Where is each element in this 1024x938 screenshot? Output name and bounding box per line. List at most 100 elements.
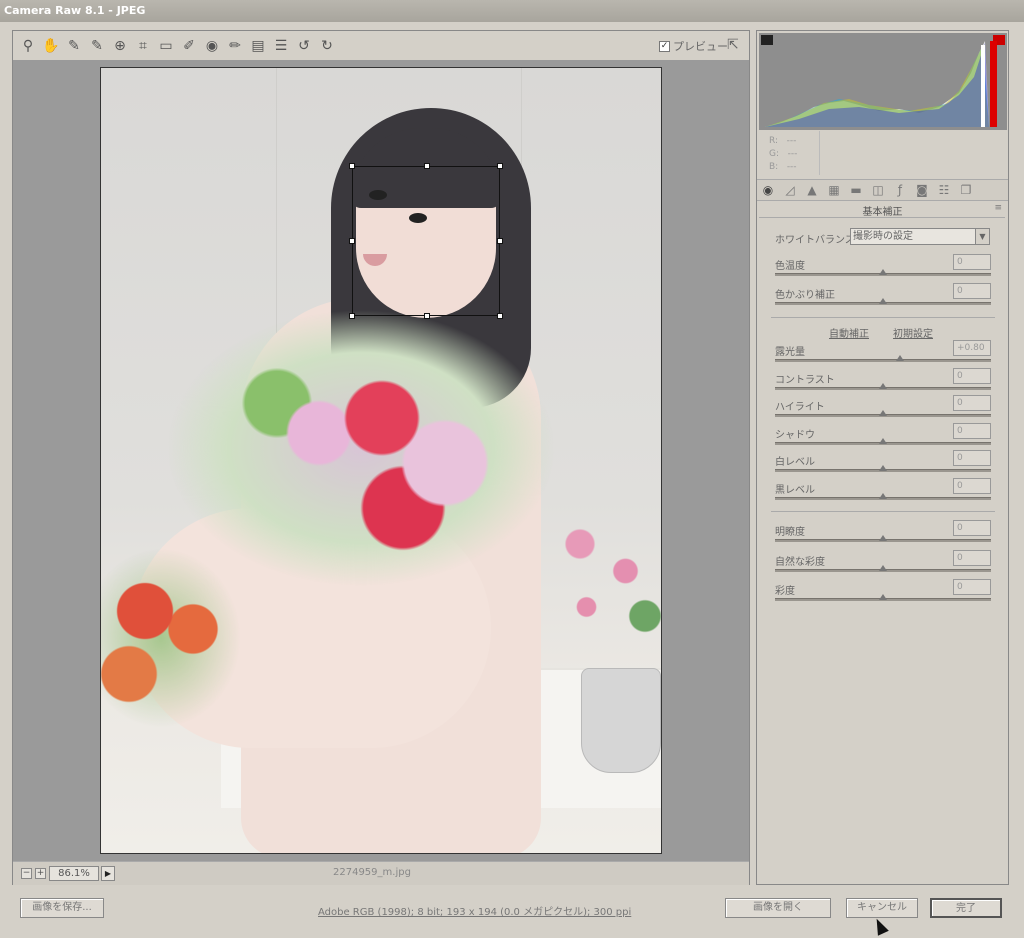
slider-thumb[interactable] [879,465,887,471]
slider-label: ハイライト [775,402,825,413]
panel-divider [759,217,1005,218]
crop-handle-tr[interactable] [497,163,503,169]
zoom-out-button[interactable]: − [21,868,32,879]
tab-presets-icon[interactable]: ☷ [935,182,953,199]
slider-value-field[interactable]: 0 [953,477,991,494]
tab-detail-icon[interactable]: ▲ [803,182,821,199]
photo-preview[interactable] [100,67,662,854]
rotate-cw-icon[interactable]: ↻ [318,37,336,55]
adjustment-panel: R: --- G: --- B: --- ◉ ◿ ▲ ▦ ▬ ◫ ƒ ◙ ☷ ❐… [756,30,1009,885]
file-name: 2274959_m.jpg [333,867,411,878]
slider-label: 色温度 [775,261,805,272]
done-button[interactable]: 完了 [930,898,1002,918]
panel-tabs: ◉ ◿ ▲ ▦ ▬ ◫ ƒ ◙ ☷ ❐ [757,179,1008,201]
panel-menu-icon[interactable]: ≡ [994,203,1002,213]
tab-hsl-icon[interactable]: ▦ [825,182,843,199]
rotate-ccw-icon[interactable]: ↺ [295,37,313,55]
slider-thumb[interactable] [879,382,887,389]
slider-row: 色かぶり補正 0 [775,283,991,314]
spot-removal-icon[interactable]: ✐ [180,37,198,55]
image-canvas[interactable] [13,61,749,861]
auto-link[interactable]: 自動補正 [829,325,869,340]
tab-effects-icon[interactable]: ƒ [891,182,909,199]
fullscreen-icon[interactable]: ⇱ [727,37,745,55]
slider-label: 露光量 [775,347,805,358]
status-bar: − + 86.1% ▶ 2274959_m.jpg [13,861,749,885]
tab-lens-icon[interactable]: ◫ [869,182,887,199]
slider-value-field[interactable]: 0 [953,254,991,270]
slider-thumb[interactable] [879,594,887,600]
tab-tone-curve-icon[interactable]: ◿ [781,182,799,199]
slider-thumb[interactable] [879,492,887,499]
slider-value-field[interactable]: 0 [953,450,991,466]
preview-toggle[interactable]: ✓ プレビュー [659,38,728,54]
preferences-icon[interactable]: ☰ [272,37,290,55]
slider-value-field[interactable]: +0.80 [953,340,991,356]
slider-row: 色温度 0 [775,254,991,285]
zoom-level[interactable]: 86.1% [49,866,99,881]
slider-thumb[interactable] [879,298,887,304]
straighten-icon[interactable]: ▭ [157,37,175,55]
crop-handle-bottom[interactable] [424,313,430,319]
zoom-dropdown-icon[interactable]: ▶ [101,866,115,881]
color-sampler-icon[interactable]: ✎ [88,37,106,55]
crop-selection[interactable] [349,163,503,319]
slider-thumb[interactable] [879,564,887,571]
targeted-adjustment-icon[interactable]: ⊕ [111,37,129,55]
default-link[interactable]: 初期設定 [893,325,933,340]
crop-handle-top[interactable] [424,163,430,169]
crop-handle-br[interactable] [497,313,503,319]
cancel-button[interactable]: キャンセル [846,898,918,918]
chevron-down-icon[interactable]: ▼ [975,229,989,244]
crop-handle-bl[interactable] [349,313,355,319]
preview-checkbox[interactable]: ✓ [659,40,670,52]
tab-snapshots-icon[interactable]: ❐ [957,182,975,199]
tab-camera-calibration-icon[interactable]: ◙ [913,182,931,199]
slider-value-field[interactable]: 0 [953,579,991,595]
adjustment-brush-icon[interactable]: ✏ [226,37,244,55]
white-balance-eyedropper-icon[interactable]: ✎ [65,37,83,55]
slider-row: 自然な彩度 0 [775,549,991,581]
b-value: --- [786,162,797,172]
open-image-button[interactable]: 画像を開く [725,898,831,918]
save-image-button[interactable]: 画像を保存... [20,898,104,918]
zoom-icon[interactable]: ⚲ [19,37,37,55]
white-balance-value: 撮影時の設定 [853,231,913,242]
readout-divider [819,131,820,175]
slider-label: 自然な彩度 [775,556,825,568]
slider-row: 黒レベル 0 [775,477,991,509]
slider-thumb[interactable] [879,410,887,416]
slider-value-field[interactable]: 0 [953,549,991,566]
photo-flower-pot [581,668,661,773]
white-balance-select[interactable]: 撮影時の設定 ▼ [850,228,990,245]
slider-thumb[interactable] [879,437,887,444]
slider-value-field[interactable]: 0 [953,422,991,439]
slider-track[interactable] [775,359,991,362]
camera-raw-window: Camera Raw 8.1 - JPEG ✓ プレビュー ⇱ ⚲ ✋ ✎ ✎ ⊕ ⌗ ▭ ✐… [0,0,1024,938]
g-label: G: [769,149,780,159]
slider-value-field[interactable]: 0 [953,395,991,411]
hand-icon[interactable]: ✋ [42,37,60,55]
zoom-in-button[interactable]: + [35,868,46,879]
crop-handle-left[interactable] [349,238,355,244]
slider-thumb[interactable] [896,355,905,361]
crop-handle-tl[interactable] [349,163,355,169]
workflow-options-link[interactable]: Adobe RGB (1998); 8 bit; 193 x 194 (0.0 … [318,903,631,918]
slider-label: 白レベル [775,457,815,468]
b-label: B: [769,162,779,172]
photo-pink-flowers [541,508,661,688]
slider-thumb[interactable] [879,269,887,275]
slider-value-field[interactable]: 0 [953,367,991,384]
crop-handle-right[interactable] [497,238,503,244]
red-eye-icon[interactable]: ◉ [203,37,221,55]
slider-value-field[interactable]: 0 [953,283,991,299]
slider-label: コントラスト [775,374,835,386]
tab-split-toning-icon[interactable]: ▬ [847,182,865,199]
slider-thumb[interactable] [879,535,887,541]
graduated-filter-icon[interactable]: ▤ [249,37,267,55]
crop-icon[interactable]: ⌗ [134,37,152,55]
slider-value-field[interactable]: 0 [953,520,991,536]
slider-label: 色かぶり補正 [775,290,835,301]
tab-basic-icon[interactable]: ◉ [759,182,777,199]
g-value: --- [787,149,798,159]
